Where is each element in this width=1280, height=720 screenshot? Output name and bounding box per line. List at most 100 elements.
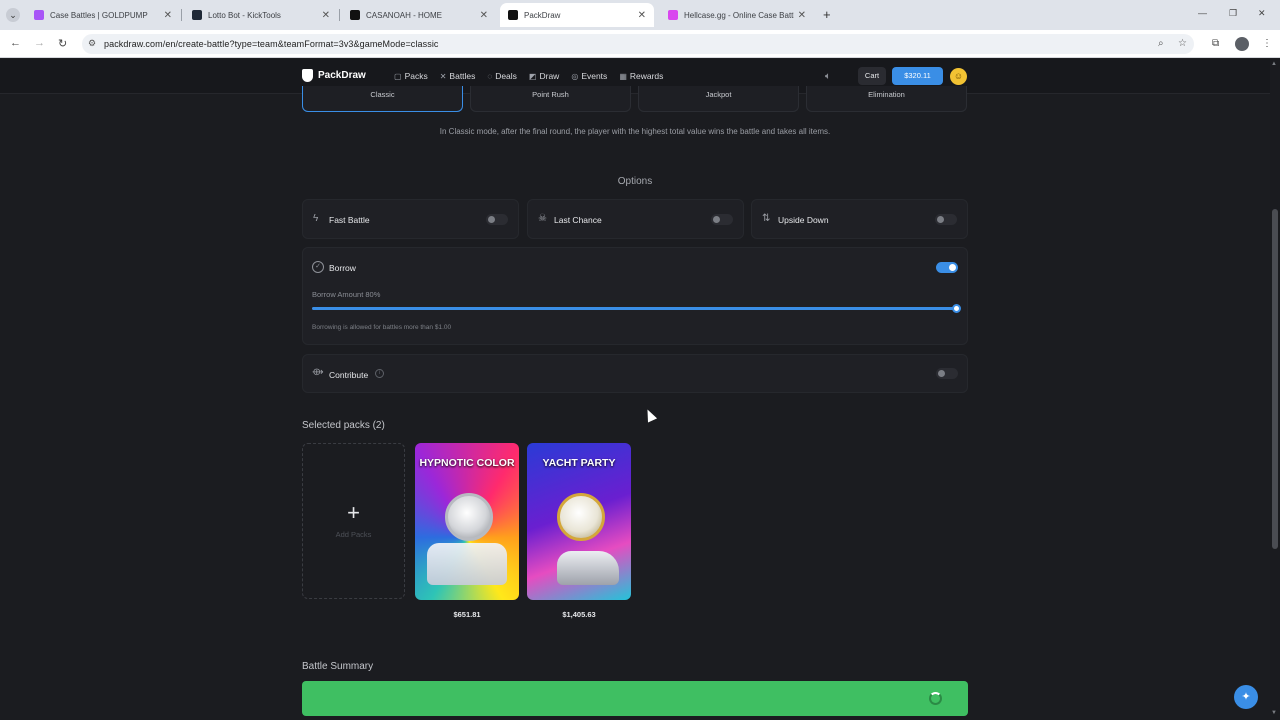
browser-tab[interactable]: Lotto Bot - KickTools ✕ <box>184 3 338 27</box>
borrow-icon: ✓ <box>312 261 324 273</box>
main-nav: ▢ Packs ✕ Battles ◌ Deals ◩ Draw ◎ Events ▦ Re… <box>394 71 663 81</box>
swords-icon: ✕ <box>439 71 447 81</box>
tab-search-button[interactable]: ⌄ <box>6 8 20 22</box>
watch-image <box>445 493 493 541</box>
last-chance-option[interactable]: ☠ Last Chance <box>527 199 744 239</box>
logo-text: PackDraw <box>318 70 366 81</box>
restore-icon[interactable]: ❐ <box>1229 8 1237 19</box>
skull-icon: ☠ <box>538 213 547 224</box>
options-title: Options <box>617 176 653 187</box>
new-tab-button[interactable]: + <box>823 7 831 22</box>
add-packs-label: Add Packs <box>335 530 372 539</box>
borrow-toggle[interactable] <box>936 262 958 273</box>
page-scrollbar[interactable]: ▲ ▼ <box>1270 59 1280 720</box>
tab-favicon <box>192 10 202 20</box>
address-bar-row: ← → ↻ ⚙ packdraw.com/en/create-battle?ty… <box>0 30 1280 58</box>
logo-shield-icon <box>302 69 313 82</box>
add-packs-button[interactable]: + Add Packs <box>302 443 405 599</box>
borrow-label: Borrow <box>329 263 356 273</box>
address-bar[interactable]: ⚙ packdraw.com/en/create-battle?type=tea… <box>82 34 1194 54</box>
scroll-up-icon[interactable]: ▲ <box>1271 61 1277 67</box>
last-chance-toggle[interactable] <box>711 214 733 225</box>
contribute-option[interactable]: ⟴ Contribute i <box>302 354 968 393</box>
close-icon[interactable]: ✕ <box>480 10 488 21</box>
sneaker-image <box>557 551 619 585</box>
tab-favicon <box>34 10 44 20</box>
upside-down-icon: ⇅ <box>762 213 771 224</box>
mouse-cursor <box>642 407 658 423</box>
borrow-amount-slider[interactable] <box>312 304 961 313</box>
nav-draw[interactable]: ◩ Draw <box>529 71 559 81</box>
info-icon[interactable]: i <box>375 369 384 378</box>
pack-card-yacht-party[interactable]: YACHT PARTY <box>527 443 631 600</box>
create-battle-button[interactable] <box>302 681 968 716</box>
bookmark-star-icon[interactable]: ☆ <box>1178 38 1187 49</box>
mode-tab-elimination[interactable]: Elimination <box>806 86 967 112</box>
close-icon[interactable]: ✕ <box>322 10 330 21</box>
site-header: PackDraw ▢ Packs ✕ Battles ◌ Deals ◩ Draw ◎ E… <box>0 59 1270 94</box>
volume-icon[interactable]: 🔈︎ <box>825 71 831 82</box>
close-icon[interactable]: ✕ <box>798 10 806 21</box>
browser-tab[interactable]: CASANOAH - HOME ✕ <box>342 3 496 27</box>
upside-down-toggle[interactable] <box>935 214 957 225</box>
forward-icon[interactable]: → <box>34 37 45 49</box>
slider-thumb[interactable] <box>952 304 961 313</box>
browser-tab-bar: ⌄ Case Battles | GOLDPUMP ✕ Lotto Bot - … <box>0 0 1280 30</box>
pack-card-hypnotic-color[interactable]: HYPNOTIC COLOR <box>415 443 519 600</box>
balance-button[interactable]: $320.11 <box>892 67 943 85</box>
fast-battle-toggle[interactable] <box>486 214 508 225</box>
contribute-label: Contribute <box>329 370 369 380</box>
nav-packs[interactable]: ▢ Packs <box>394 71 428 81</box>
nav-rewards[interactable]: ▦ Rewards <box>619 71 663 81</box>
battle-summary-title: Battle Summary <box>302 661 374 672</box>
events-icon: ◎ <box>571 71 579 81</box>
packdraw-logo[interactable]: PackDraw <box>302 69 366 82</box>
cart-button[interactable]: Cart <box>858 67 886 85</box>
pack-price: $1,405.63 <box>562 610 596 619</box>
tag-icon: ◌ <box>487 71 493 81</box>
nav-deals[interactable]: ◌ Deals <box>487 71 517 81</box>
borrow-note: Borrowing is allowed for battles more th… <box>312 324 452 331</box>
extensions-icon[interactable]: ⧉ <box>1212 38 1219 49</box>
watch-image <box>557 493 605 541</box>
user-avatar[interactable]: ☺ <box>950 68 967 85</box>
tab-favicon <box>668 10 678 20</box>
browser-tab[interactable]: Hellcase.gg - Online Case Battles ✕ <box>660 3 814 27</box>
close-icon[interactable]: ✕ <box>638 10 646 21</box>
pack-price: $651.81 <box>453 610 481 619</box>
minimize-icon[interactable]: — <box>1198 8 1207 18</box>
scroll-down-icon[interactable]: ▼ <box>1271 710 1277 716</box>
back-icon[interactable]: ← <box>10 37 21 49</box>
zoom-icon[interactable]: ⌕ <box>1158 38 1164 49</box>
nav-battles[interactable]: ✕ Battles <box>440 71 476 81</box>
close-window-icon[interactable]: ✕ <box>1258 8 1266 19</box>
loading-spinner-icon <box>929 692 942 705</box>
mode-tab-classic[interactable]: Classic <box>302 86 463 112</box>
fast-battle-label: Fast Battle <box>329 215 370 225</box>
close-icon[interactable]: ✕ <box>164 10 172 21</box>
url-text[interactable]: packdraw.com/en/create-battle?type=team&… <box>104 39 439 49</box>
fast-battle-option[interactable]: ϟ Fast Battle <box>302 199 519 239</box>
browser-menu-icon[interactable]: ⋮ <box>1262 38 1272 49</box>
contribute-toggle[interactable] <box>936 368 958 379</box>
profile-avatar[interactable] <box>1235 37 1249 51</box>
upside-down-label: Upside Down <box>778 215 829 225</box>
mode-tab-jackpot[interactable]: Jackpot <box>638 86 799 112</box>
tab-favicon <box>350 10 360 20</box>
box-icon: ▢ <box>394 71 402 81</box>
reload-icon[interactable]: ↻ <box>58 37 67 50</box>
site-info-icon[interactable]: ⚙ <box>88 38 96 49</box>
nav-events[interactable]: ◎ Events <box>571 71 607 81</box>
borrow-option: ✓ Borrow Borrow Amount 80% Borrowing is … <box>302 247 968 345</box>
bag-image <box>427 543 507 585</box>
mode-tab-point-rush[interactable]: Point Rush <box>470 86 631 112</box>
browser-tab-active[interactable]: PackDraw ✕ <box>500 3 654 27</box>
tab-title: Hellcase.gg - Online Case Battles <box>684 10 794 20</box>
upside-down-option[interactable]: ⇅ Upside Down <box>751 199 968 239</box>
tab-title: Case Battles | GOLDPUMP <box>50 10 148 20</box>
scrollbar-thumb[interactable] <box>1272 209 1278 549</box>
support-chat-button[interactable]: ✦ <box>1234 685 1258 709</box>
tab-title: Lotto Bot - KickTools <box>208 10 281 20</box>
pack-name: HYPNOTIC COLOR <box>419 457 515 469</box>
browser-tab[interactable]: Case Battles | GOLDPUMP ✕ <box>26 3 180 27</box>
